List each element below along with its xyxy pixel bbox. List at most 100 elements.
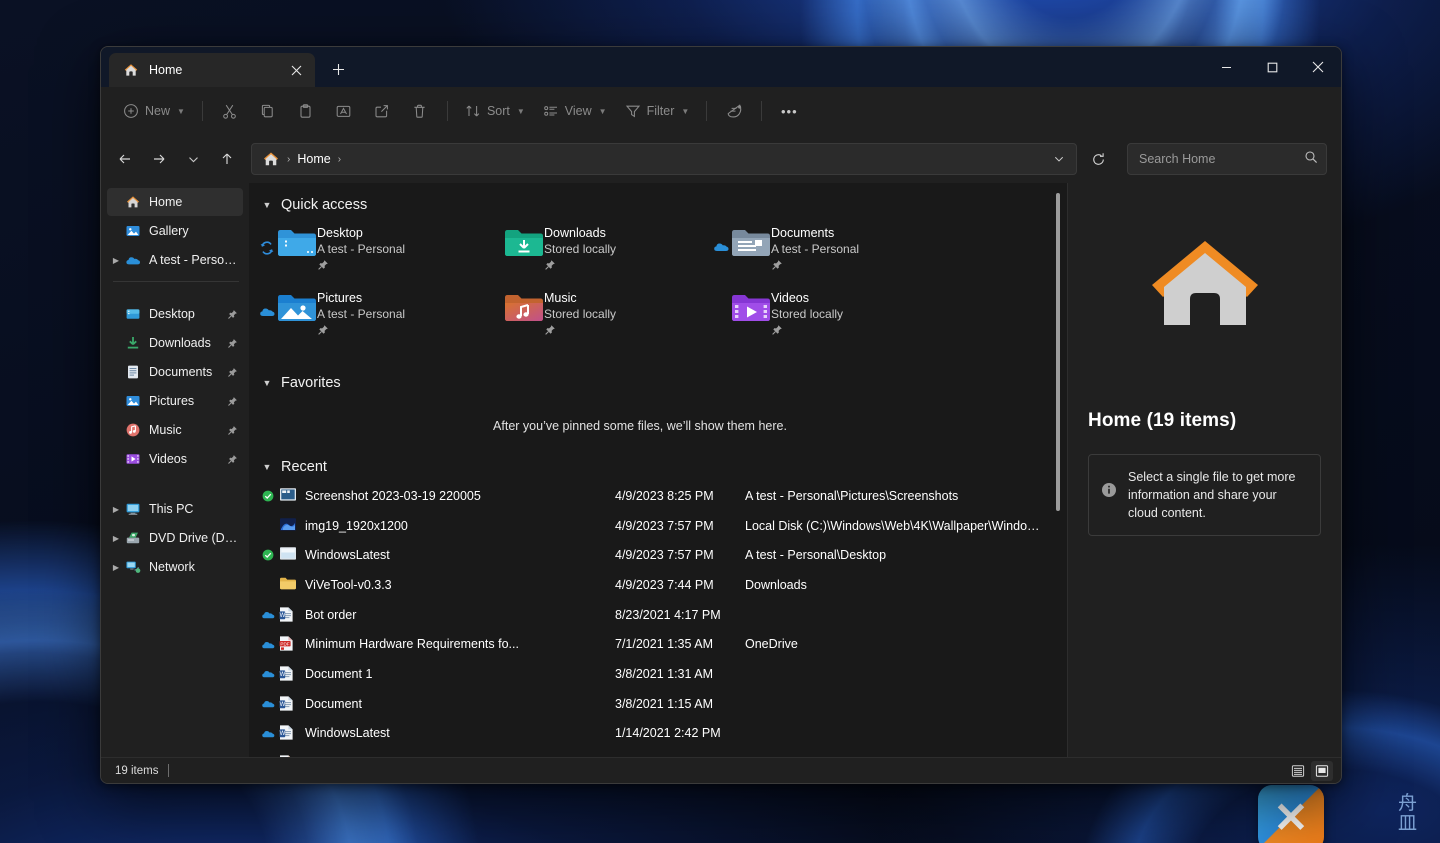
sort-button[interactable]: Sort ▼: [457, 95, 533, 127]
sidebar-item-dvd-drive[interactable]: ▶ DVD Drive (D:) CCC: [107, 524, 243, 552]
breadcrumb[interactable]: › Home ›: [251, 143, 1077, 175]
chevron-right-icon[interactable]: ▶: [107, 563, 125, 572]
chevron-down-icon[interactable]: ▼: [261, 200, 273, 210]
pin-icon[interactable]: [225, 454, 239, 465]
section-header-recent[interactable]: ▼ Recent: [253, 453, 1067, 481]
close-icon[interactable]: [283, 57, 309, 83]
large-icons-view-button[interactable]: [1311, 760, 1333, 781]
copy-icon: [262, 104, 274, 117]
maximize-button[interactable]: [1249, 47, 1295, 87]
chevron-down-icon[interactable]: ▼: [261, 378, 273, 388]
pin-icon[interactable]: [225, 338, 239, 349]
toolbar-divider: [706, 101, 708, 121]
toolbar-divider: [761, 101, 763, 121]
share-button[interactable]: [364, 95, 400, 127]
table-row[interactable]: P Test presentation.pptx 12/7/2020 12:22…: [257, 748, 1067, 757]
sidebar-item-pictures[interactable]: Pictures: [107, 387, 243, 415]
rename-button[interactable]: [326, 95, 362, 127]
powerpoint-file-icon: P: [279, 754, 305, 757]
quick-access-item-music[interactable]: Music Stored locally: [484, 286, 711, 349]
search-box[interactable]: [1127, 143, 1327, 175]
chevron-down-icon[interactable]: ▼: [261, 462, 273, 472]
cut-button[interactable]: [212, 95, 248, 127]
vertical-scrollbar[interactable]: [1054, 191, 1062, 743]
more-options-button[interactable]: •••: [771, 95, 807, 127]
search-input[interactable]: [1139, 152, 1304, 166]
pictures-icon: [125, 393, 141, 409]
quick-access-name: Documents: [771, 226, 835, 240]
tab-home[interactable]: Home: [109, 53, 315, 87]
details-message-card: Select a single file to get more informa…: [1088, 454, 1321, 536]
sidebar-item-videos[interactable]: Videos: [107, 445, 243, 473]
section-header-quick-access[interactable]: ▼ Quick access: [253, 191, 1067, 219]
table-row[interactable]: W Document 3/8/2021 1:15 AM: [257, 689, 1067, 719]
table-row[interactable]: PDF Minimum Hardware Requirements fo... …: [257, 629, 1067, 659]
address-dropdown-button[interactable]: [1044, 145, 1074, 173]
pin-icon[interactable]: [225, 396, 239, 407]
up-button[interactable]: [211, 143, 243, 175]
sidebar-item-music[interactable]: Music: [107, 416, 243, 444]
more-icon: •••: [780, 103, 798, 119]
table-row[interactable]: W Document 1 3/8/2021 1:31 AM: [257, 659, 1067, 689]
pin-icon[interactable]: [225, 309, 239, 320]
file-name: Document: [305, 696, 362, 711]
copy-button[interactable]: [250, 95, 286, 127]
content-scroll-area[interactable]: ▼ Quick access Desktop A test - Personal…: [249, 183, 1067, 757]
table-row[interactable]: WindowsLatest 4/9/2023 7:57 PM A test - …: [257, 540, 1067, 570]
table-row[interactable]: ViVeTool-v0.3.3 4/9/2023 7:44 PM Downloa…: [257, 570, 1067, 600]
sidebar-item-this-pc[interactable]: ▶ This PC: [107, 495, 243, 523]
sidebar-item-a-test-personal[interactable]: ▶ A test - Personal: [107, 246, 243, 274]
downloads-icon: [125, 335, 141, 351]
quick-access-item-downloads[interactable]: Downloads Stored locally: [484, 221, 711, 284]
chevron-right-icon[interactable]: ▶: [107, 534, 125, 543]
quick-access-icon-wrap: [257, 224, 317, 272]
sidebar-item-home[interactable]: Home: [107, 188, 243, 216]
pin-icon[interactable]: [225, 367, 239, 378]
scrollbar-thumb[interactable]: [1056, 193, 1060, 511]
delete-button[interactable]: [402, 95, 438, 127]
section-header-favorites[interactable]: ▼ Favorites: [253, 369, 1067, 397]
status-bar: 19 items: [101, 757, 1341, 783]
quick-access-item-pictures[interactable]: Pictures A test - Personal: [257, 286, 484, 349]
sidebar-item-gallery[interactable]: Gallery: [107, 217, 243, 245]
quick-access-item-videos[interactable]: Videos Stored locally: [711, 286, 938, 349]
minimize-button[interactable]: [1203, 47, 1249, 87]
sidebar-item-network[interactable]: ▶ Network: [107, 553, 243, 581]
sidebar-item-label: This PC: [149, 502, 194, 516]
view-mode-buttons: [1287, 760, 1333, 781]
details-preview: [1068, 183, 1341, 388]
chevron-right-icon[interactable]: ▶: [107, 256, 125, 265]
table-row[interactable]: img19_1920x1200 4/9/2023 7:57 PM Local D…: [257, 511, 1067, 541]
recent-locations-button[interactable]: [177, 143, 209, 175]
table-row[interactable]: Screenshot 2023-03-19 220005 4/9/2023 8:…: [257, 481, 1067, 511]
sidebar-item-label: Home: [149, 195, 183, 209]
paste-button[interactable]: [288, 95, 324, 127]
lasso-select-button[interactable]: [716, 95, 752, 127]
breadcrumb-item-home[interactable]: Home: [297, 152, 330, 166]
tab-label: Home: [149, 63, 183, 77]
pin-icon[interactable]: [225, 425, 239, 436]
quick-access-item-documents[interactable]: Documents A test - Personal: [711, 221, 938, 284]
toolbar-divider: [446, 101, 448, 121]
file-path: A test - Personal\Desktop: [745, 548, 887, 563]
back-arrow-icon: [119, 154, 130, 164]
sidebar-item-downloads[interactable]: Downloads: [107, 329, 243, 357]
close-button[interactable]: [1295, 47, 1341, 87]
table-row[interactable]: W WindowsLatest 1/14/2021 2:42 PM: [257, 719, 1067, 749]
search-icon[interactable]: [1304, 150, 1318, 169]
new-button[interactable]: New ▼: [115, 95, 193, 127]
file-path: A test - Personal\Pictures\Screenshots: [745, 488, 959, 503]
sidebar-item-documents[interactable]: Documents: [107, 358, 243, 386]
chevron-right-icon[interactable]: ▶: [107, 505, 125, 514]
forward-button[interactable]: [143, 143, 175, 175]
quick-access-item-desktop[interactable]: Desktop A test - Personal: [257, 221, 484, 284]
window-controls: [1203, 47, 1341, 87]
table-row[interactable]: W Bot order 8/23/2021 4:17 PM: [257, 600, 1067, 630]
sidebar-item-desktop[interactable]: Desktop: [107, 300, 243, 328]
refresh-button[interactable]: [1081, 143, 1115, 175]
filter-button[interactable]: Filter ▼: [617, 95, 698, 127]
details-view-button[interactable]: [1287, 761, 1309, 781]
back-button[interactable]: [109, 143, 141, 175]
new-tab-button[interactable]: [323, 54, 353, 84]
view-button[interactable]: View ▼: [535, 95, 615, 127]
